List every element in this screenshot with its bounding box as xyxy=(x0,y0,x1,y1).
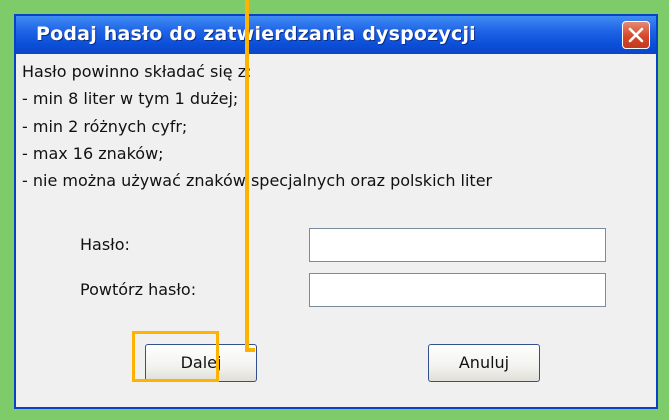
description-line: Hasło powinno składać się z: xyxy=(22,62,252,81)
description-line: - min 2 różnych cyfr; xyxy=(22,117,188,136)
dialog-title: Podaj hasło do zatwierdzania dyspozycji xyxy=(36,23,476,45)
annotation-pointer-tick xyxy=(245,348,255,352)
repeat-password-input[interactable] xyxy=(309,273,606,307)
dialog-content: Hasło powinno składać się z: - min 8 lit… xyxy=(16,54,656,407)
repeat-password-label: Powtórz hasło: xyxy=(80,280,197,299)
close-icon xyxy=(628,27,644,43)
description-line: - min 8 liter w tym 1 dużej; xyxy=(22,89,239,108)
password-label: Hasło: xyxy=(80,235,130,254)
cancel-button[interactable]: Anuluj xyxy=(428,344,540,382)
password-input[interactable] xyxy=(309,228,606,262)
title-bar[interactable]: Podaj hasło do zatwierdzania dyspozycji xyxy=(16,16,656,54)
description-line: - nie można używać znaków specjalnych or… xyxy=(22,171,493,190)
password-dialog: Podaj hasło do zatwierdzania dyspozycji … xyxy=(14,14,658,409)
highlight-box xyxy=(132,331,219,382)
annotation-pointer-line xyxy=(245,0,249,352)
description-line: - max 16 znaków; xyxy=(22,144,164,163)
close-button[interactable] xyxy=(622,21,650,49)
